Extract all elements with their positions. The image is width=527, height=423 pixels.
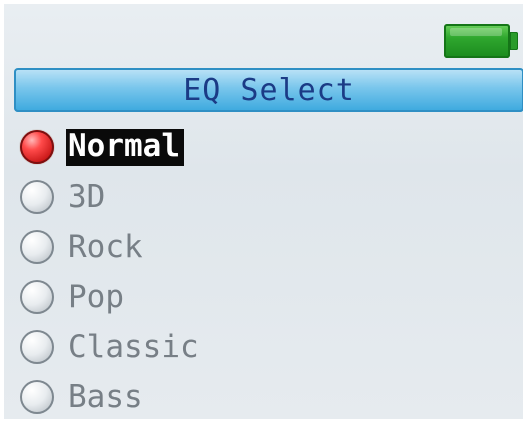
eq-option-pop[interactable]: Pop	[4, 272, 523, 322]
eq-option-label: Normal	[66, 128, 184, 166]
eq-option-label: Classic	[68, 328, 199, 365]
eq-option-rock[interactable]: Rock	[4, 222, 523, 272]
radio-unselected-icon[interactable]	[20, 280, 54, 314]
battery-tip	[510, 32, 518, 50]
radio-unselected-icon[interactable]	[20, 380, 54, 414]
radio-unselected-icon[interactable]	[20, 180, 54, 214]
device-screen: EQ Select Normal 3D Rock Pop Classic Bas…	[0, 0, 527, 423]
eq-option-bass[interactable]: Bass	[4, 372, 523, 419]
battery-icon	[444, 24, 510, 58]
eq-option-label: Bass	[68, 378, 143, 415]
eq-option-normal[interactable]: Normal	[4, 122, 523, 172]
title-bar: EQ Select	[14, 68, 523, 112]
eq-option-3d[interactable]: 3D	[4, 172, 523, 222]
radio-unselected-icon[interactable]	[20, 330, 54, 364]
status-bar	[4, 4, 523, 64]
radio-unselected-icon[interactable]	[20, 230, 54, 264]
eq-option-label: 3D	[68, 178, 106, 215]
page-title: EQ Select	[183, 72, 355, 108]
radio-selected-icon[interactable]	[20, 130, 54, 164]
eq-options-list: Normal 3D Rock Pop Classic Bass	[4, 122, 523, 419]
eq-option-classic[interactable]: Classic	[4, 322, 523, 372]
eq-option-label: Pop	[68, 278, 124, 315]
eq-option-label: Rock	[68, 228, 143, 265]
